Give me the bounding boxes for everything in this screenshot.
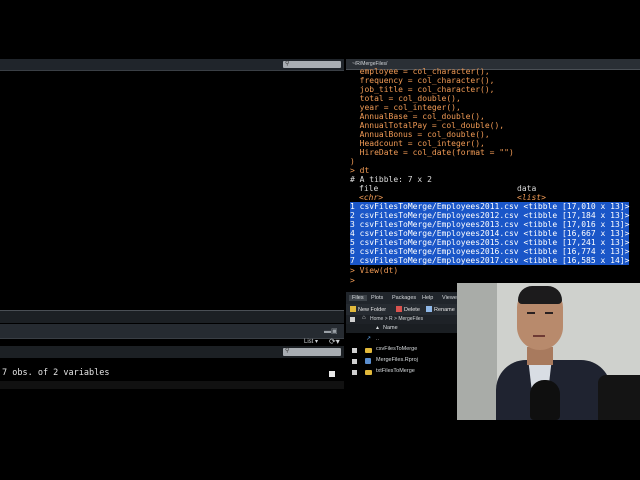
console-line: total = col_double(), bbox=[350, 94, 461, 103]
home-icon[interactable]: ⌂ bbox=[362, 315, 366, 321]
list-item[interactable]: txtFilesToMerge bbox=[376, 368, 415, 374]
list-item[interactable]: MergeFiles.Rproj bbox=[376, 357, 418, 363]
folder-icon bbox=[365, 348, 372, 353]
console-line: HireDate = col_date(format = "") bbox=[350, 148, 514, 157]
column-header-data: data bbox=[517, 184, 537, 193]
list-view-toggle[interactable]: List ▾ bbox=[304, 338, 318, 345]
rename-icon bbox=[426, 306, 432, 312]
tab-files[interactable]: Files bbox=[349, 295, 367, 301]
list-item[interactable]: .. bbox=[376, 336, 379, 342]
console-command: > dt bbox=[350, 166, 370, 175]
delete-icon bbox=[396, 306, 402, 312]
delete-button[interactable]: Delete bbox=[396, 306, 420, 313]
new-folder-icon bbox=[350, 306, 356, 312]
table-row: 2 csvFilesToMerge/Employees2012.csv <tib… bbox=[350, 211, 630, 220]
console-input-prompt[interactable]: > bbox=[350, 276, 355, 285]
console-line: year = col_integer(), bbox=[350, 103, 461, 112]
microphone bbox=[530, 380, 560, 420]
checkbox[interactable] bbox=[352, 359, 357, 364]
search-icon: ⚲ bbox=[285, 61, 290, 67]
folder-icon bbox=[365, 370, 372, 375]
checkbox[interactable] bbox=[352, 348, 357, 353]
environment-footer bbox=[0, 381, 344, 389]
table-row: 1 csvFilesToMerge/Employees2011.csv <tib… bbox=[350, 202, 630, 211]
minimize-maximize-icon[interactable]: ▬▣ bbox=[324, 327, 338, 335]
column-header-file: file bbox=[359, 184, 379, 193]
environment-search-input[interactable]: ⚲ bbox=[283, 348, 341, 356]
console-command: > View(dt) bbox=[350, 266, 399, 275]
tab-plots[interactable]: Plots bbox=[368, 295, 386, 301]
webcam-background bbox=[457, 283, 497, 420]
presenter-mouth bbox=[533, 335, 545, 337]
environment-object-summary: 7 obs. of 2 variables bbox=[2, 368, 110, 378]
console-line: AnnualTotalPay = col_double(), bbox=[350, 121, 505, 130]
table-row: 7 csvFilesToMerge/Employees2017.csv <tib… bbox=[350, 256, 630, 265]
table-row: 5 csvFilesToMerge/Employees2015.csv <tib… bbox=[350, 238, 630, 247]
view-data-icon[interactable] bbox=[329, 371, 335, 377]
console-line: frequency = col_character(), bbox=[350, 76, 495, 85]
new-folder-button[interactable]: New Folder bbox=[350, 306, 386, 313]
list-item[interactable]: csvFilesToMerge bbox=[376, 346, 417, 352]
select-all-checkbox[interactable] bbox=[350, 317, 355, 322]
rename-button[interactable]: Rename bbox=[426, 306, 455, 313]
chair bbox=[598, 375, 640, 420]
console-line: AnnualBonus = col_double(), bbox=[350, 130, 490, 139]
table-row: 6 csvFilesToMerge/Employees2016.csv <tib… bbox=[350, 247, 630, 256]
tibble-header: # A tibble: 7 x 2 bbox=[350, 175, 432, 184]
name-column-header[interactable]: Name bbox=[383, 325, 398, 331]
sort-arrow-icon: ▲ bbox=[375, 325, 380, 331]
presenter-eye bbox=[527, 312, 535, 314]
table-row: 4 csvFilesToMerge/Employees2014.csv <tib… bbox=[350, 229, 630, 238]
search-icon: ⚲ bbox=[285, 348, 290, 354]
console-line: AnnualBase = col_double(), bbox=[350, 112, 485, 121]
breadcrumb-path[interactable]: Home > R > MergeFiles bbox=[370, 316, 423, 322]
tab-packages[interactable]: Packages bbox=[389, 295, 419, 301]
table-row: 3 csvFilesToMerge/Employees2013.csv <tib… bbox=[350, 220, 630, 229]
source-search-input[interactable]: ⚲ bbox=[283, 61, 341, 68]
environment-toolbar bbox=[0, 324, 344, 339]
rproject-icon bbox=[365, 358, 371, 364]
presenter-hair bbox=[518, 286, 562, 304]
console-line: job_title = col_character(), bbox=[350, 85, 495, 94]
pane-splitter[interactable] bbox=[0, 310, 344, 323]
tab-help[interactable]: Help bbox=[419, 295, 436, 301]
console-line: ) bbox=[350, 157, 355, 166]
checkbox[interactable] bbox=[352, 370, 357, 375]
console-line: Headcount = col_integer(), bbox=[350, 139, 485, 148]
up-folder-icon: ↗ bbox=[366, 336, 372, 342]
column-type-file: <chr> bbox=[359, 193, 384, 202]
refresh-icon[interactable]: ⟳▾ bbox=[329, 337, 340, 346]
presenter-eye bbox=[545, 312, 553, 314]
source-pane bbox=[0, 59, 344, 389]
column-type-data: <list> bbox=[517, 193, 546, 202]
console-line: employee = col_character(), bbox=[350, 67, 490, 76]
